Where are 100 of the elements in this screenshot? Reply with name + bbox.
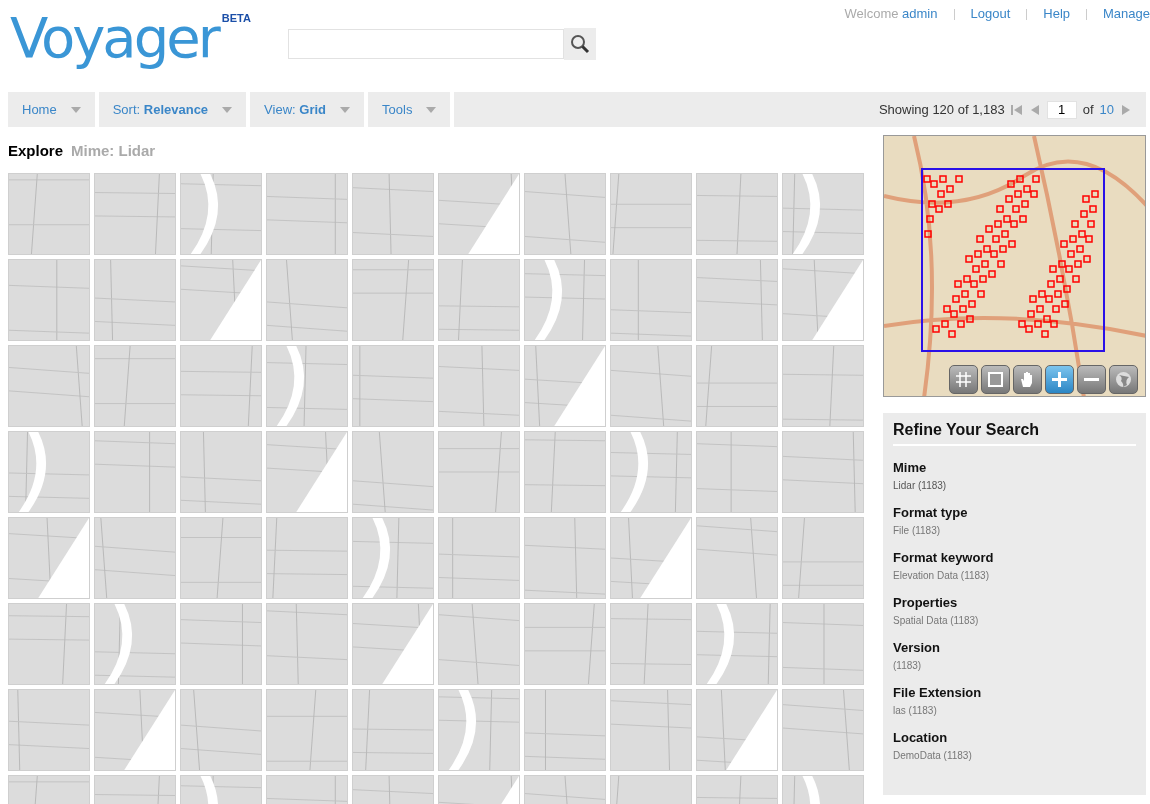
lidar-thumbnail[interactable]: [610, 431, 692, 513]
header-link[interactable]: Help: [1043, 6, 1070, 21]
lidar-thumbnail[interactable]: [524, 517, 606, 599]
page-field[interactable]: 1: [1046, 100, 1077, 119]
lidar-thumbnail[interactable]: [8, 603, 90, 685]
lidar-thumbnail[interactable]: [438, 345, 520, 427]
lidar-thumbnail[interactable]: [266, 603, 348, 685]
lidar-thumbnail[interactable]: [94, 689, 176, 771]
lidar-thumbnail[interactable]: [610, 517, 692, 599]
lidar-thumbnail[interactable]: [352, 345, 434, 427]
lidar-thumbnail[interactable]: [266, 345, 348, 427]
lidar-thumbnail[interactable]: [266, 259, 348, 341]
lidar-thumbnail[interactable]: [524, 431, 606, 513]
toolbar-menu[interactable]: Home: [8, 92, 95, 127]
lidar-thumbnail[interactable]: [8, 431, 90, 513]
lidar-thumbnail[interactable]: [782, 603, 864, 685]
lidar-thumbnail[interactable]: [524, 345, 606, 427]
lidar-thumbnail[interactable]: [782, 689, 864, 771]
facet-value[interactable]: Lidar (1183): [893, 480, 1136, 491]
lidar-thumbnail[interactable]: [94, 431, 176, 513]
lidar-thumbnail[interactable]: [696, 689, 778, 771]
lidar-thumbnail[interactable]: [782, 517, 864, 599]
lidar-thumbnail[interactable]: [180, 259, 262, 341]
lidar-thumbnail[interactable]: [696, 603, 778, 685]
lidar-thumbnail[interactable]: [610, 173, 692, 255]
lidar-thumbnail[interactable]: [352, 431, 434, 513]
lidar-thumbnail[interactable]: [782, 259, 864, 341]
lidar-thumbnail[interactable]: [696, 345, 778, 427]
facet-value[interactable]: File (1183): [893, 525, 1136, 536]
facet-title: Properties: [893, 595, 959, 610]
lidar-thumbnail[interactable]: [266, 517, 348, 599]
next-page-icon[interactable]: [1120, 103, 1132, 116]
facet-value[interactable]: DemoData (1183): [893, 750, 1136, 761]
lidar-thumbnail[interactable]: [180, 345, 262, 427]
map-tool-button[interactable]: [1013, 365, 1042, 394]
toolbar-menu[interactable]: Sort: Relevance: [98, 92, 247, 127]
lidar-thumbnail[interactable]: [610, 689, 692, 771]
lidar-thumbnail[interactable]: [8, 345, 90, 427]
lidar-thumbnail[interactable]: [352, 689, 434, 771]
lidar-thumbnail[interactable]: [696, 259, 778, 341]
lidar-thumbnail[interactable]: [438, 689, 520, 771]
facet-value[interactable]: Elevation Data (1183): [893, 570, 1136, 581]
lidar-thumbnail[interactable]: [438, 173, 520, 255]
logo[interactable]: Voyager: [10, 6, 218, 70]
lidar-thumbnail[interactable]: [610, 603, 692, 685]
lidar-thumbnail[interactable]: [438, 431, 520, 513]
lidar-thumbnail[interactable]: [94, 173, 176, 255]
lidar-thumbnail[interactable]: [180, 689, 262, 771]
lidar-thumbnail[interactable]: [696, 431, 778, 513]
lidar-thumbnail[interactable]: [352, 517, 434, 599]
lidar-thumbnail[interactable]: [782, 345, 864, 427]
lidar-thumbnail[interactable]: [94, 603, 176, 685]
lidar-thumbnail[interactable]: [352, 603, 434, 685]
lidar-thumbnail[interactable]: [438, 517, 520, 599]
toolbar-menu[interactable]: Tools: [368, 92, 451, 127]
lidar-thumbnail[interactable]: [524, 259, 606, 341]
lidar-thumbnail[interactable]: [8, 689, 90, 771]
lidar-thumbnail[interactable]: [8, 173, 90, 255]
lidar-thumbnail[interactable]: [352, 173, 434, 255]
facet-value[interactable]: las (1183): [893, 705, 1136, 716]
lidar-thumbnail[interactable]: [94, 517, 176, 599]
lidar-thumbnail[interactable]: [696, 173, 778, 255]
lidar-thumbnail[interactable]: [610, 259, 692, 341]
facet-value[interactable]: Spatial Data (1183): [893, 615, 1136, 626]
lidar-thumbnail[interactable]: [94, 345, 176, 427]
username-link[interactable]: admin: [902, 6, 938, 21]
map-tool-button[interactable]: [1077, 365, 1106, 394]
lidar-thumbnail[interactable]: [610, 345, 692, 427]
header-link[interactable]: Manage: [1103, 6, 1150, 21]
lidar-thumbnail[interactable]: [438, 259, 520, 341]
map-drawing[interactable]: [884, 136, 1145, 396]
lidar-thumbnail[interactable]: [180, 517, 262, 599]
lidar-thumbnail[interactable]: [180, 431, 262, 513]
map-tool-button[interactable]: [949, 365, 978, 394]
first-page-icon[interactable]: [1010, 103, 1023, 116]
lidar-thumbnail[interactable]: [524, 173, 606, 255]
map-tool-button[interactable]: [1045, 365, 1074, 394]
toolbar-menu[interactable]: View: Grid: [250, 92, 365, 127]
lidar-thumbnail[interactable]: [782, 173, 864, 255]
lidar-thumbnail[interactable]: [94, 259, 176, 341]
lidar-thumbnail[interactable]: [266, 431, 348, 513]
search-field[interactable]: [288, 29, 564, 59]
map-tool-button[interactable]: [981, 365, 1010, 394]
lidar-thumbnail[interactable]: [8, 259, 90, 341]
facet-value[interactable]: (1183): [893, 660, 1136, 671]
lidar-thumbnail[interactable]: [524, 603, 606, 685]
map-tool-button[interactable]: [1109, 365, 1138, 394]
header-link[interactable]: Logout: [970, 6, 1011, 21]
lidar-thumbnail[interactable]: [782, 431, 864, 513]
lidar-thumbnail[interactable]: [352, 259, 434, 341]
lidar-thumbnail[interactable]: [180, 173, 262, 255]
lidar-thumbnail[interactable]: [696, 517, 778, 599]
lidar-thumbnail[interactable]: [438, 603, 520, 685]
lidar-thumbnail[interactable]: [266, 173, 348, 255]
lidar-thumbnail[interactable]: [266, 689, 348, 771]
lidar-thumbnail[interactable]: [8, 517, 90, 599]
lidar-thumbnail[interactable]: [524, 689, 606, 771]
lidar-thumbnail[interactable]: [180, 603, 262, 685]
search-button[interactable]: [564, 28, 596, 60]
last-page-link[interactable]: 10: [1099, 102, 1114, 117]
